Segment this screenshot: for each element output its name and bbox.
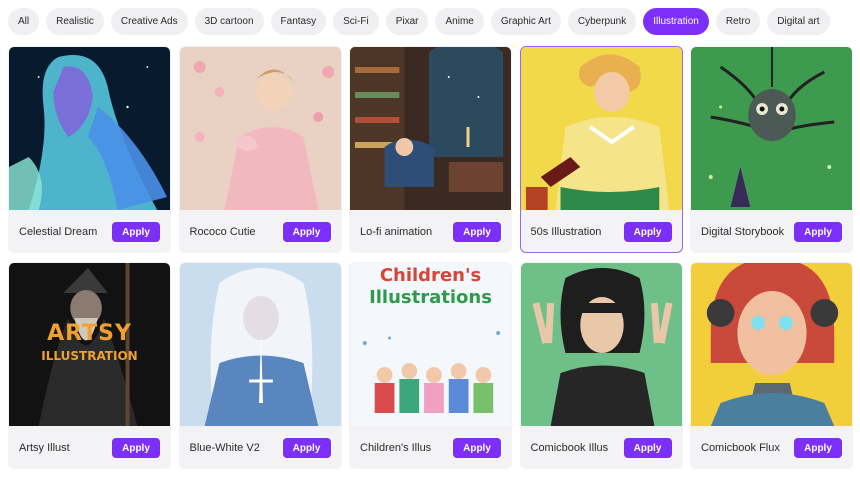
apply-button[interactable]: Apply xyxy=(453,438,501,458)
filter-chip-cyberpunk[interactable]: Cyberpunk xyxy=(567,8,637,35)
thumbnail-subtitle: Illustrations xyxy=(369,287,492,308)
style-grid: Celestial Dream Apply Rococo Cutie Apply xyxy=(8,46,853,469)
style-card-comicbook-flux[interactable]: Comicbook Flux Apply xyxy=(690,262,853,469)
style-name: Blue-White V2 xyxy=(189,442,260,454)
style-name: Digital Storybook xyxy=(701,226,785,238)
filter-chip-pixar[interactable]: Pixar xyxy=(385,8,429,35)
style-thumbnail[interactable] xyxy=(179,263,341,426)
style-card-celestial-dream[interactable]: Celestial Dream Apply xyxy=(8,46,171,253)
style-card-childrens-illus[interactable]: Children's Illustrations Children's Illu… xyxy=(349,262,512,469)
filter-chip-all[interactable]: All xyxy=(8,8,40,35)
filter-chip-fantasy[interactable]: Fantasy xyxy=(270,8,327,35)
filter-bar: All Realistic Creative Ads 3D cartoon Fa… xyxy=(8,8,830,35)
filter-chip-graphic-art[interactable]: Graphic Art xyxy=(490,8,561,35)
style-card-artsy-illust[interactable]: ARTSY ILLUSTRATION Artsy Illust Apply xyxy=(8,262,171,469)
style-thumbnail[interactable] xyxy=(9,47,170,210)
filter-chip-anime[interactable]: Anime xyxy=(435,8,484,35)
style-thumbnail[interactable]: Children's Illustrations xyxy=(350,263,511,426)
style-name: Celestial Dream xyxy=(19,226,98,238)
apply-button[interactable]: Apply xyxy=(453,222,501,242)
apply-button[interactable]: Apply xyxy=(623,222,672,242)
style-name: Comicbook Flux xyxy=(701,442,780,454)
apply-button[interactable]: Apply xyxy=(794,438,842,458)
style-thumbnail[interactable]: ARTSY ILLUSTRATION xyxy=(9,263,170,426)
filter-chip-digital-art[interactable]: Digital art xyxy=(767,8,830,35)
style-thumbnail[interactable] xyxy=(520,47,682,210)
filter-chip-illustration[interactable]: Illustration xyxy=(643,8,709,35)
style-name: Lo-fi animation xyxy=(360,226,433,238)
style-card-rococo-cutie[interactable]: Rococo Cutie Apply xyxy=(178,46,342,253)
filter-chip-3d-cartoon[interactable]: 3D cartoon xyxy=(194,8,264,35)
style-thumbnail[interactable] xyxy=(179,47,341,210)
style-name: Children's Illus xyxy=(360,442,432,454)
style-name: 50s Illustration xyxy=(530,226,602,238)
style-name: Artsy Illust xyxy=(19,442,70,454)
style-thumbnail[interactable] xyxy=(520,263,682,426)
apply-button[interactable]: Apply xyxy=(112,222,160,242)
filter-chip-sci-fi[interactable]: Sci-Fi xyxy=(333,8,379,35)
thumbnail-subtitle: ILLUSTRATION xyxy=(41,349,138,363)
style-name: Comicbook Illus xyxy=(530,442,609,454)
thumbnail-title: Children's xyxy=(379,265,482,286)
apply-button[interactable]: Apply xyxy=(282,438,331,458)
style-thumbnail[interactable] xyxy=(691,47,852,210)
apply-button[interactable]: Apply xyxy=(794,222,842,242)
filter-chip-creative-ads[interactable]: Creative Ads xyxy=(110,8,188,35)
style-card-lo-fi-animation[interactable]: Lo-fi animation Apply xyxy=(349,46,512,253)
style-card-50s-illustration[interactable]: 50s Illustration Apply xyxy=(519,46,683,253)
apply-button[interactable]: Apply xyxy=(623,438,672,458)
filter-chip-retro[interactable]: Retro xyxy=(715,8,761,35)
style-thumbnail[interactable] xyxy=(691,263,852,426)
filter-chip-realistic[interactable]: Realistic xyxy=(46,8,104,35)
style-thumbnail[interactable] xyxy=(350,47,511,210)
apply-button[interactable]: Apply xyxy=(282,222,331,242)
style-name: Rococo Cutie xyxy=(189,226,256,238)
apply-button[interactable]: Apply xyxy=(112,438,160,458)
style-card-digital-storybook[interactable]: Digital Storybook Apply xyxy=(690,46,853,253)
style-card-comicbook-illus[interactable]: Comicbook Illus Apply xyxy=(519,262,683,469)
thumbnail-title: ARTSY xyxy=(47,321,132,346)
style-card-blue-white-v2[interactable]: Blue-White V2 Apply xyxy=(178,262,342,469)
